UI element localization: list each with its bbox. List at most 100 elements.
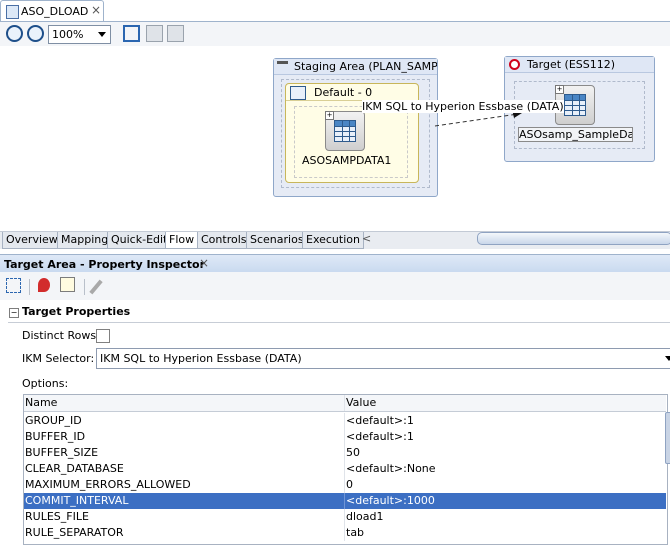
mapping-diagram-canvas[interactable]: Staging Area (PLAN_SAMP_C Default - 0 + … [0, 46, 670, 231]
chevron-down-icon [98, 32, 106, 37]
column-separator [344, 493, 345, 509]
column-separator [344, 429, 345, 445]
vertical-scrollbar[interactable] [665, 412, 670, 464]
option-value[interactable]: dload1 [346, 509, 666, 525]
target-title: Target (ESS112) [527, 58, 616, 71]
section-divider [8, 322, 670, 323]
dataset-default[interactable]: Default - 0 + ASOSAMPDATA1 [285, 83, 419, 183]
pencil-icon[interactable] [89, 279, 103, 295]
column-separator [344, 525, 345, 541]
property-inspector-titlebar: Target Area - Property Inspector × [0, 254, 670, 273]
option-value[interactable]: <default>:1 [346, 413, 666, 429]
close-icon[interactable]: × [199, 256, 209, 270]
staging-hammer-icon [277, 61, 288, 74]
option-value[interactable]: 50 [346, 445, 666, 461]
close-icon[interactable]: × [91, 3, 101, 17]
fit-to-page-icon[interactable] [123, 25, 140, 42]
zoom-out-icon[interactable] [27, 25, 44, 42]
tab-controls[interactable]: Controls [197, 232, 251, 249]
diagram-toolbar: 100% [0, 22, 670, 46]
option-value[interactable]: <default>:1000 [346, 493, 666, 509]
layout-icon[interactable] [146, 25, 163, 42]
option-name: COMMIT_INTERVAL [25, 494, 129, 507]
table-row[interactable]: BUFFER_SIZE 50 [24, 445, 666, 461]
table-row[interactable]: RULES_FILE dload1 [24, 509, 666, 525]
expand-icon[interactable]: + [325, 111, 334, 120]
option-name: BUFFER_ID [25, 430, 86, 443]
table-row[interactable]: CLEAR_DATABASE <default>:None [24, 461, 666, 477]
ikm-selector-label: IKM Selector: [22, 352, 95, 365]
tab-execution[interactable]: Execution [302, 232, 364, 249]
tab-quick-edit[interactable]: Quick-Edit [107, 232, 172, 249]
datastore-table-icon [564, 94, 586, 116]
target-icon [509, 59, 520, 70]
option-name: BUFFER_SIZE [25, 446, 99, 459]
section-title: Target Properties [22, 305, 131, 318]
ikm-selector-value: IKM SQL to Hyperion Essbase (DATA) [100, 352, 302, 365]
column-header-name[interactable]: Name [25, 395, 343, 411]
option-name: MAXIMUM_ERRORS_ALLOWED [25, 478, 191, 491]
table-header: Name Value [24, 395, 666, 412]
option-name: RULE_SEPARATOR [25, 526, 124, 539]
column-separator [344, 395, 345, 411]
flow-label: IKM SQL to Hyperion Essbase (DATA) [362, 100, 564, 113]
option-name: CLEAR_DATABASE [25, 462, 124, 475]
property-inspector-toolbar [0, 272, 670, 300]
table-row[interactable]: BUFFER_ID <default>:1 [24, 429, 666, 445]
table-row[interactable]: GROUP_ID <default>:1 [24, 413, 666, 429]
expand-icon[interactable]: + [555, 85, 564, 94]
column-separator [344, 509, 345, 525]
distinct-rows-label: Distinct Rows: [22, 329, 100, 342]
column-separator [344, 477, 345, 493]
toolbar-separator [84, 279, 85, 295]
option-name: RULES_FILE [25, 510, 89, 523]
scroll-left-arrow[interactable]: < [362, 232, 371, 245]
target-datastore-name: ASOsamp_SampleData [518, 127, 633, 142]
table-row[interactable]: RULE_SEPARATOR tab [24, 525, 666, 541]
horizontal-scrollbar[interactable] [477, 232, 670, 245]
zoom-in-icon[interactable] [6, 25, 23, 42]
collapse-icon[interactable]: − [9, 308, 19, 318]
dataset-label: Default - 0 [314, 86, 373, 99]
option-value[interactable]: <default>:None [346, 461, 666, 477]
pin-icon[interactable] [38, 278, 50, 292]
ikm-selector-dropdown[interactable]: IKM SQL to Hyperion Essbase (DATA) [96, 348, 670, 369]
dataset-table-icon [290, 86, 306, 100]
option-value[interactable]: tab [346, 525, 666, 541]
edit-properties-icon[interactable] [60, 277, 75, 292]
column-separator [344, 461, 345, 477]
asosampdata1-datastore[interactable]: + [325, 111, 365, 151]
options-table[interactable]: Name Value GROUP_ID <default>:1 BUFFER_I… [23, 394, 668, 545]
target-properties-section[interactable]: − Target Properties [8, 305, 670, 320]
staging-area-group[interactable]: Staging Area (PLAN_SAMP_C Default - 0 + … [273, 58, 438, 197]
column-header-value[interactable]: Value [346, 395, 666, 411]
zoom-select[interactable]: 100% [48, 25, 111, 44]
staging-area-header: Staging Area (PLAN_SAMP_C [274, 59, 437, 75]
document-tab-aso-dload[interactable]: ASO_DLOAD × [0, 0, 104, 22]
select-icon[interactable] [6, 278, 21, 293]
target-header: Target (ESS112) [505, 57, 654, 73]
distinct-rows-checkbox[interactable] [96, 329, 110, 343]
tab-scenarios[interactable]: Scenarios [246, 232, 308, 249]
tab-flow[interactable]: Flow [165, 232, 199, 249]
option-value[interactable]: <default>:1 [346, 429, 666, 445]
column-separator [344, 413, 345, 429]
document-tab-label: ASO_DLOAD [21, 5, 89, 18]
options-label: Options: [22, 377, 69, 390]
option-value[interactable]: 0 [346, 477, 666, 493]
chevron-down-icon [665, 356, 670, 361]
table-row[interactable]: MAXIMUM_ERRORS_ALLOWED 0 [24, 477, 666, 493]
datastore-table-icon [334, 120, 356, 142]
tab-overview[interactable]: Overview [2, 232, 62, 249]
zoom-value: 100% [52, 28, 84, 41]
tab-mapping[interactable]: Mapping [57, 232, 113, 249]
toolbar-separator [29, 279, 30, 295]
property-inspector-title: Target Area - Property Inspector [4, 258, 206, 271]
mapping-icon [6, 5, 19, 19]
staging-area-title: Staging Area (PLAN_SAMP_C [294, 60, 437, 73]
arrange-icon[interactable] [167, 25, 184, 42]
table-row-selected[interactable]: COMMIT_INTERVAL <default>:1000 [24, 493, 666, 509]
column-separator [344, 445, 345, 461]
option-name: GROUP_ID [25, 414, 82, 427]
datastore-name: ASOSAMPDATA1 [302, 154, 392, 167]
